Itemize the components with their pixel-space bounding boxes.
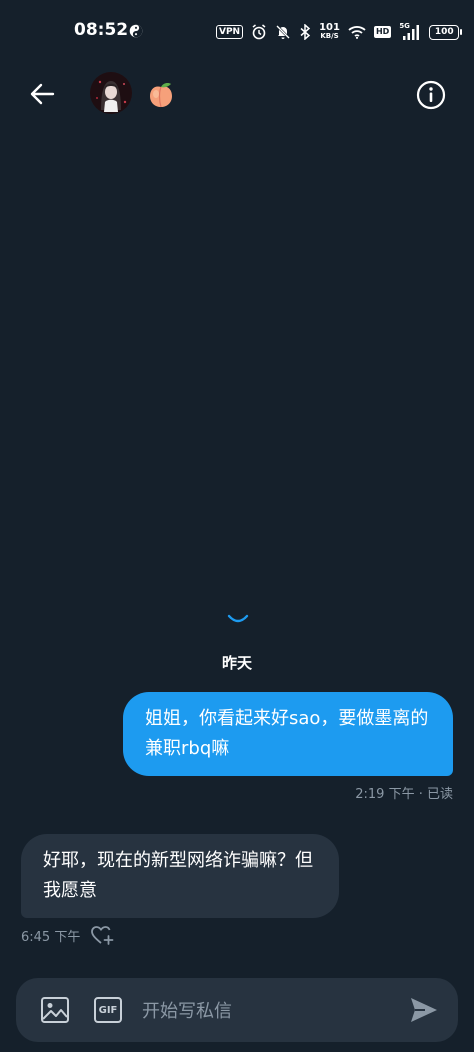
add-reaction-heart-icon[interactable] bbox=[90, 924, 114, 946]
avatar[interactable] bbox=[90, 72, 132, 114]
info-button[interactable] bbox=[415, 79, 447, 111]
arrow-left-icon bbox=[30, 83, 55, 105]
alarm-icon bbox=[252, 24, 266, 40]
outgoing-message-meta: 2:19 下午 · 已读 bbox=[355, 783, 453, 802]
message-composer: GIF bbox=[16, 978, 458, 1042]
status-icons: VPN 101 KB/S HD 5G 100 bbox=[216, 20, 463, 44]
vpn-badge: VPN bbox=[216, 25, 244, 39]
mute-bell-icon bbox=[276, 25, 290, 39]
status-time: 08:52 bbox=[74, 20, 129, 40]
incoming-message-meta: 6:45 下午 bbox=[21, 924, 114, 946]
message-time: 2:19 下午 bbox=[355, 787, 415, 802]
bluetooth-icon bbox=[300, 24, 311, 40]
message-input[interactable] bbox=[140, 992, 394, 1030]
day-divider: 昨天 bbox=[221, 654, 252, 672]
conversation-header bbox=[0, 64, 474, 124]
image-icon[interactable] bbox=[40, 996, 70, 1024]
incoming-message-bubble[interactable]: 好耶，现在的新型网络诈骗嘛？但我愿意 bbox=[21, 834, 339, 918]
back-button[interactable] bbox=[26, 78, 58, 110]
status-bar: 08:52 VPN 101 KB/S HD 5G 100 bbox=[0, 0, 474, 64]
signal-bars-icon bbox=[403, 25, 420, 40]
wifi-icon bbox=[348, 26, 366, 39]
outgoing-message-bubble[interactable]: 姐姐，你看起来好sao，要做墨离的兼职rbq嘛 bbox=[123, 692, 453, 776]
cell-signal: 5G bbox=[399, 22, 421, 41]
net-speed: 101 KB/S bbox=[319, 23, 340, 41]
net-speed-value: 101 bbox=[319, 22, 340, 33]
send-icon[interactable] bbox=[409, 996, 439, 1024]
dm-screen: 08:52 VPN 101 KB/S HD 5G 100 昨天 姐姐，你看起来好… bbox=[0, 0, 474, 1052]
peach-icon bbox=[150, 83, 172, 108]
meta-separator: · bbox=[418, 787, 427, 802]
net-speed-unit: KB/S bbox=[320, 32, 339, 40]
read-status: 已读 bbox=[426, 787, 453, 802]
hd-badge: HD bbox=[373, 26, 392, 38]
message-time: 6:45 下午 bbox=[21, 929, 81, 945]
info-icon bbox=[416, 80, 446, 110]
loading-spinner-icon bbox=[227, 614, 249, 623]
gif-button[interactable]: GIF bbox=[94, 997, 122, 1023]
yin-yang-icon bbox=[129, 24, 143, 38]
battery-indicator: 100 bbox=[429, 24, 463, 40]
avatar-image bbox=[90, 72, 132, 114]
